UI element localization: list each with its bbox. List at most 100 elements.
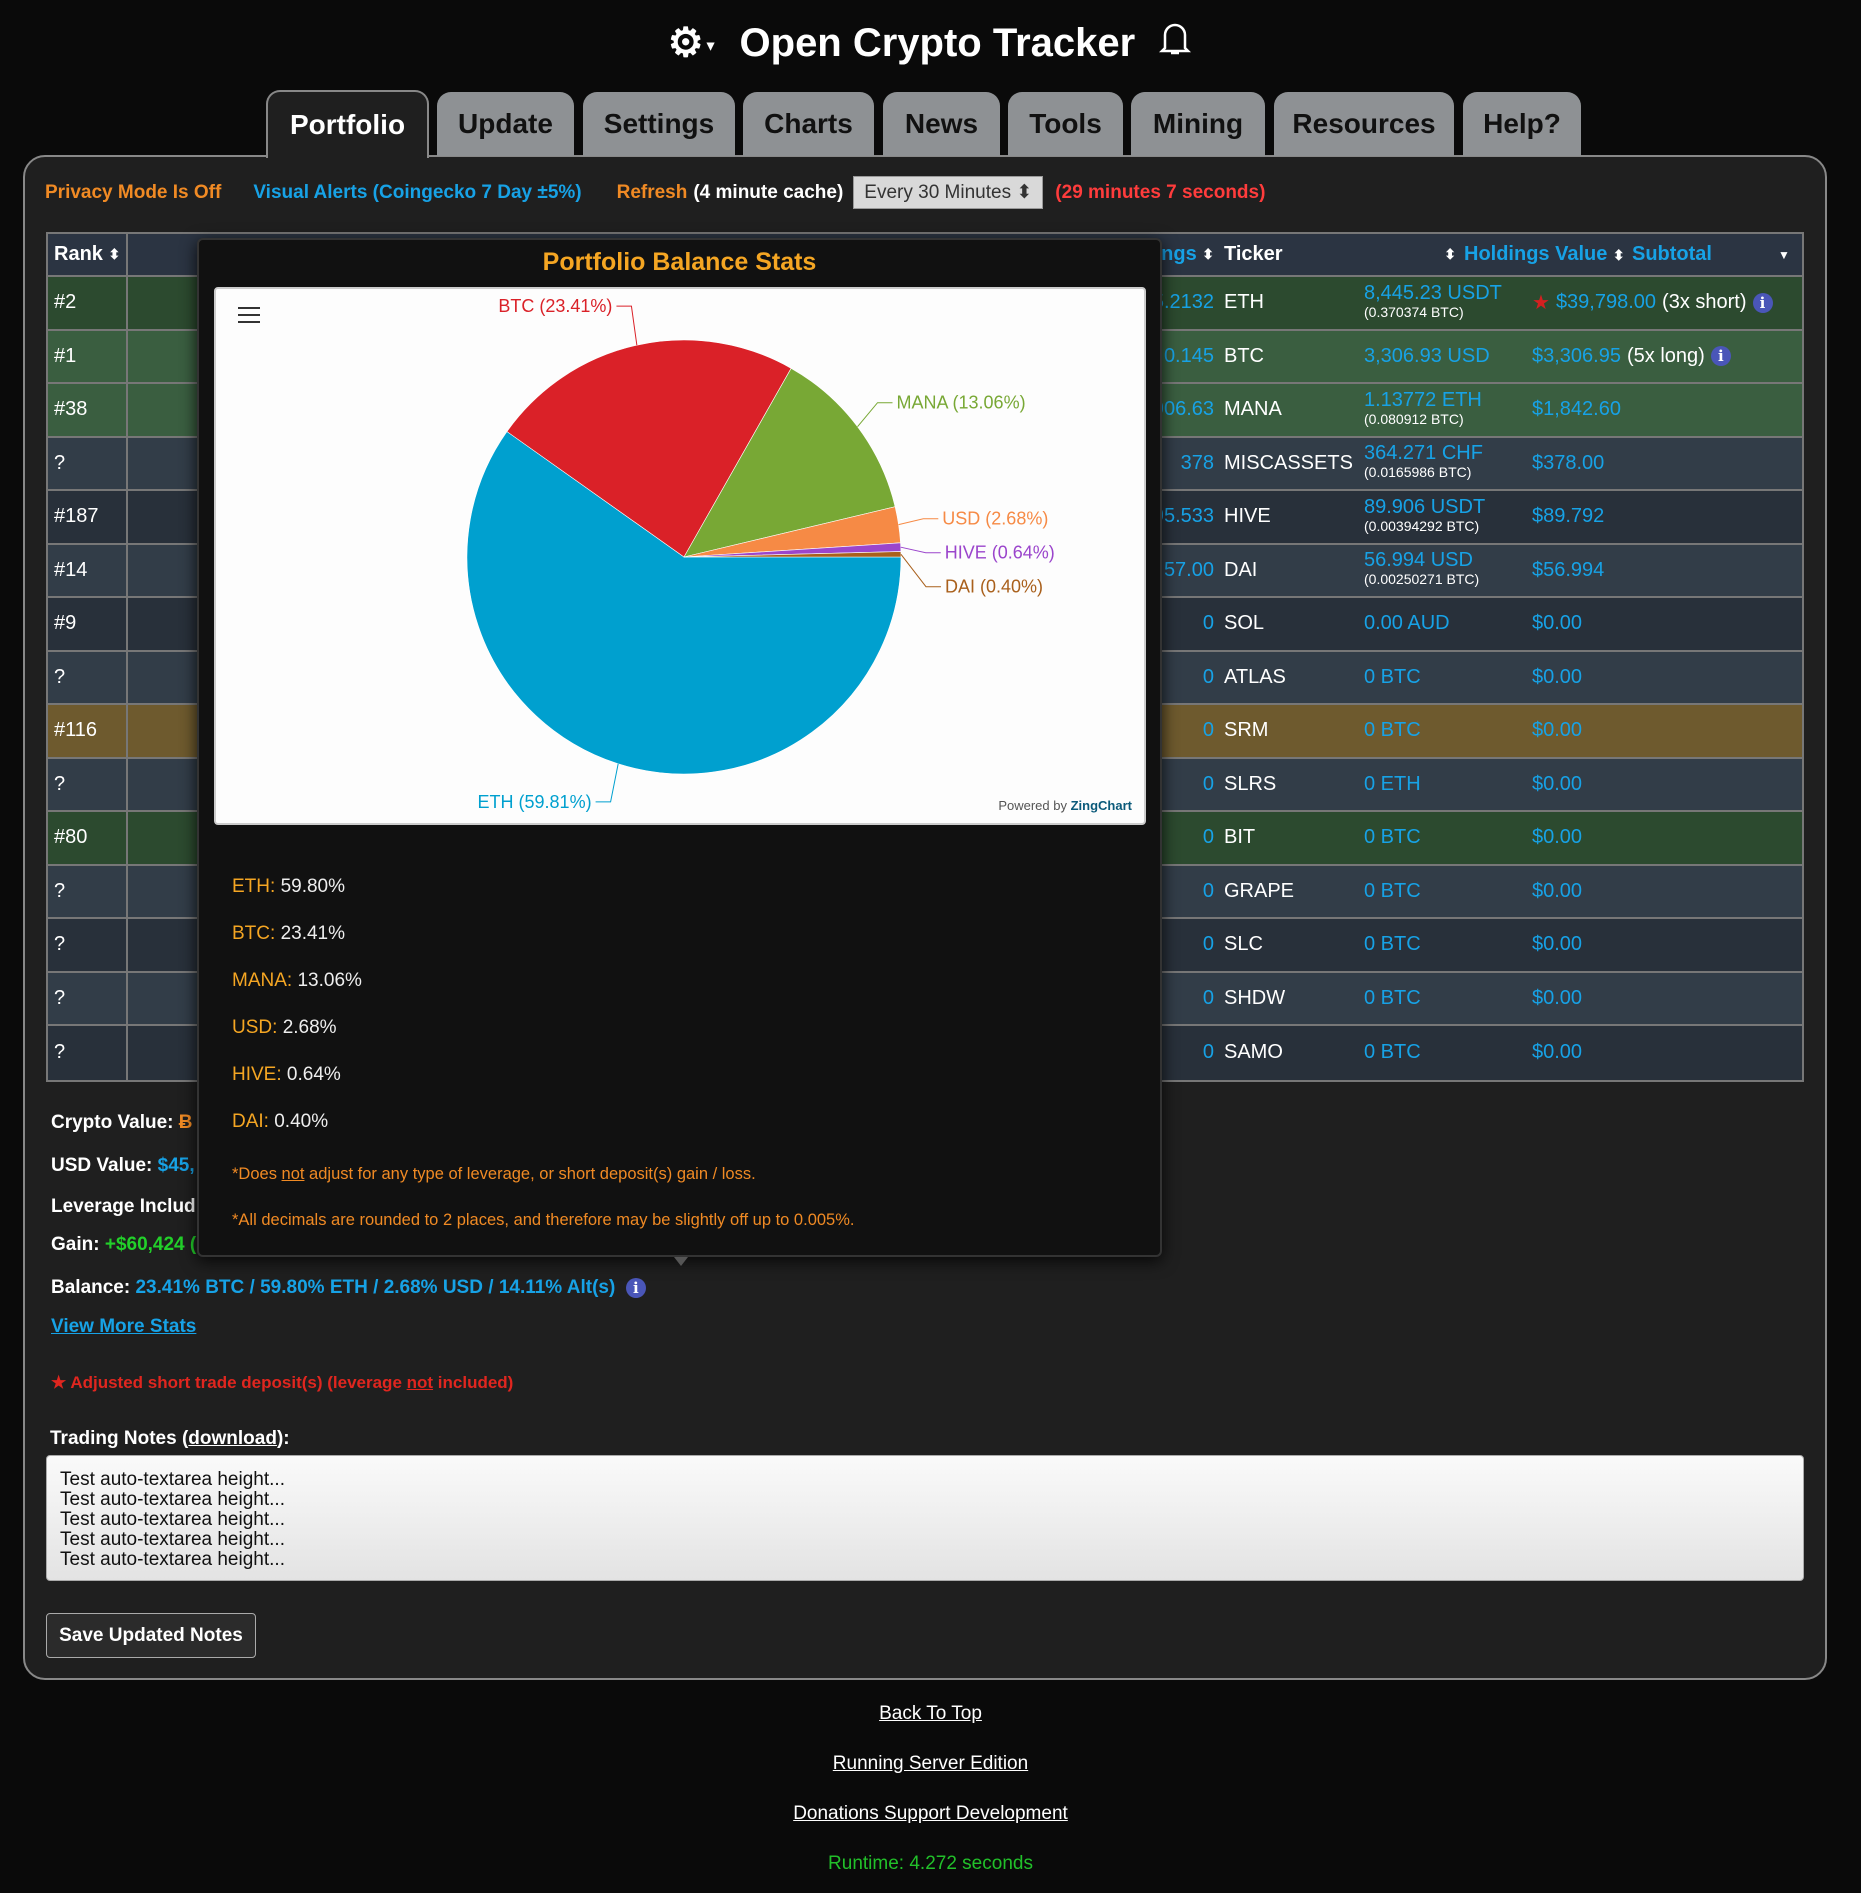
ticker-cell: BTC — [1224, 344, 1264, 367]
rank-cell: #38 — [48, 384, 128, 436]
tab-tools[interactable]: Tools — [1008, 92, 1123, 156]
leverage-note: *Does not adjust for any type of leverag… — [232, 1165, 756, 1183]
subtotal-cell: $0.00 — [1532, 772, 1583, 795]
rank-cell: ? — [48, 1026, 128, 1080]
short-deposit-note: ★ Adjusted short trade deposit(s) (lever… — [51, 1373, 514, 1392]
rank-cell: #187 — [48, 491, 128, 543]
pie-leader-line — [900, 546, 941, 554]
ticker-header[interactable]: Ticker — [1224, 243, 1344, 266]
stat-item: MANA: 13.06% — [232, 970, 362, 991]
settings-gear-icon[interactable]: ⚙▼ — [668, 20, 718, 66]
holdings-value-cell: 0 BTC — [1364, 1041, 1421, 1064]
dropdown-arrow-icon[interactable]: ▼ — [1778, 248, 1802, 262]
subtotal-cell: $0.00 — [1532, 665, 1583, 688]
subtotal-cell: $89.792 — [1532, 505, 1605, 528]
subtotal-cell: ★ $39,798.00 (3x short) i — [1532, 290, 1802, 315]
tab-update[interactable]: Update — [437, 92, 574, 156]
save-notes-button[interactable]: Save Updated Notes — [46, 1613, 256, 1658]
holdings-value-cell: 0 BTC — [1364, 826, 1421, 849]
subtotal-cell: $0.00 — [1532, 986, 1583, 1009]
subtotal-cell: $3,306.95 (5x long) i — [1532, 345, 1802, 368]
pie-leader-line — [616, 305, 638, 346]
donations-link[interactable]: Donations Support Development — [0, 1803, 1861, 1825]
rank-cell: ? — [48, 758, 128, 810]
sort-icon[interactable]: ⬍ — [1344, 246, 1464, 263]
tab-portfolio[interactable]: Portfolio — [266, 90, 429, 158]
refresh-link[interactable]: Refresh — [617, 182, 688, 204]
download-link[interactable]: download — [188, 1428, 277, 1449]
pie-label-dai: DAI (0.40%) — [945, 577, 1043, 597]
powered-by-credit[interactable]: Powered by ZingChart — [998, 798, 1132, 813]
back-to-top-link[interactable]: Back To Top — [0, 1703, 1861, 1725]
sort-icon[interactable]: ⬍ — [108, 246, 120, 263]
rank-cell: #80 — [48, 812, 128, 864]
ticker-cell: SAMO — [1224, 1041, 1283, 1064]
pie-leader-line — [857, 402, 893, 428]
ticker-cell: BIT — [1224, 826, 1256, 849]
usd-value: USD Value: $45, — [51, 1155, 195, 1176]
stat-item: BTC: 23.41% — [232, 923, 346, 944]
interval-value: Every 30 Minutes — [864, 182, 1012, 203]
holdings-value-cell: 89.906 USDT (0.00394292 BTC) — [1364, 495, 1486, 534]
rank-cell: ? — [48, 972, 128, 1024]
holdings-value-cell: 0 BTC — [1364, 719, 1421, 742]
tab-news[interactable]: News — [883, 92, 1000, 156]
gain-value: Gain: +$60,424 ( — [51, 1234, 197, 1255]
balance-summary: Balance: 23.41% BTC / 59.80% ETH / 2.68%… — [51, 1277, 646, 1299]
ticker-cell: SHDW — [1224, 986, 1286, 1009]
tab-charts[interactable]: Charts — [743, 92, 874, 156]
ticker-cell: GRAPE — [1224, 879, 1295, 902]
tab-mining[interactable]: Mining — [1131, 92, 1265, 156]
pie-leader-line — [595, 763, 619, 803]
privacy-mode-link[interactable]: Privacy Mode Is Off — [45, 182, 221, 204]
chart-menu-icon[interactable] — [238, 307, 260, 323]
visual-alerts-link[interactable]: Visual Alerts (Coingecko 7 Day ±5%) — [253, 182, 581, 204]
info-icon[interactable]: i — [1710, 346, 1731, 367]
portfolio-balance-stats-popup: Portfolio Balance Stats ETH (59.81%) BTC … — [197, 238, 1162, 1257]
info-icon[interactable]: i — [625, 1278, 646, 1298]
sort-icon[interactable]: ⬍ — [1613, 247, 1625, 263]
stat-item: ETH: 59.80% — [232, 876, 346, 897]
rounding-note: *All decimals are rounded to 2 places, a… — [232, 1211, 855, 1229]
tab-settings[interactable]: Settings — [583, 92, 735, 156]
runtime-text: Runtime: 4.272 seconds — [828, 1853, 1033, 1874]
subtotal-cell: $1,842.60 — [1532, 398, 1621, 421]
ticker-cell: SRM — [1224, 719, 1269, 742]
rank-cell: ? — [48, 437, 128, 489]
refresh-interval-select[interactable]: Every 30 Minutes ⬍ — [853, 176, 1044, 209]
subtotal-header[interactable]: Subtotal — [1632, 243, 1778, 266]
trading-notes-textarea[interactable]: Test auto-textarea height... Test auto-t… — [46, 1455, 1804, 1581]
stat-item: HIVE: 0.64% — [232, 1064, 341, 1085]
subtotal-cell: $0.00 — [1532, 879, 1583, 902]
trading-notes-label: Trading Notes (download): — [50, 1428, 290, 1449]
stat-item: DAI: 0.40% — [232, 1111, 329, 1132]
holdings-value-header[interactable]: Holdings Value — [1464, 243, 1607, 265]
rank-header[interactable]: Rank — [54, 243, 103, 266]
pie-svg: ETH (59.81%) BTC (23.41%) MANA (13.06%) USD… — [466, 296, 1055, 812]
ticker-cell: ETH — [1224, 291, 1264, 314]
subtotal-cell: $0.00 — [1532, 826, 1583, 849]
holdings-value-cell: 56.994 USD (0.00250271 BTC) — [1364, 549, 1480, 588]
ticker-cell: SOL — [1224, 612, 1265, 635]
subtotal-cell: $0.00 — [1532, 933, 1583, 956]
subtotal-cell: $0.00 — [1532, 1041, 1583, 1064]
server-edition-link[interactable]: Running Server Edition — [0, 1753, 1861, 1775]
star-icon: ★ — [1532, 292, 1550, 315]
tab-resources[interactable]: Resources — [1274, 92, 1454, 156]
sort-icon[interactable]: ⬍ — [1202, 246, 1214, 263]
ticker-cell: MISCASSETS — [1224, 451, 1353, 474]
holdings-value-cell: 0 BTC — [1364, 986, 1421, 1009]
tab-help[interactable]: Help? — [1463, 92, 1581, 156]
pie-leader-line — [898, 518, 939, 526]
app-title: Open Crypto Tracker — [739, 20, 1136, 65]
bell-icon[interactable] — [1157, 18, 1193, 68]
stats-list: ETH: 59.80% BTC: 23.41% MANA: 13.06% USD: 2… — [232, 876, 362, 1158]
rank-cell: ? — [48, 919, 128, 971]
rank-cell: #14 — [48, 544, 128, 596]
toolbar: Privacy Mode Is Off Visual Alerts (Coing… — [45, 176, 1265, 209]
holdings-value-cell: 364.271 CHF (0.0165986 BTC) — [1364, 442, 1483, 481]
info-icon[interactable]: i — [1752, 292, 1773, 313]
view-more-stats-link[interactable]: View More Stats — [51, 1316, 196, 1338]
rank-cell: ? — [48, 865, 128, 917]
holdings-value-cell: 8,445.23 USDT (0.370374 BTC) — [1364, 281, 1502, 320]
